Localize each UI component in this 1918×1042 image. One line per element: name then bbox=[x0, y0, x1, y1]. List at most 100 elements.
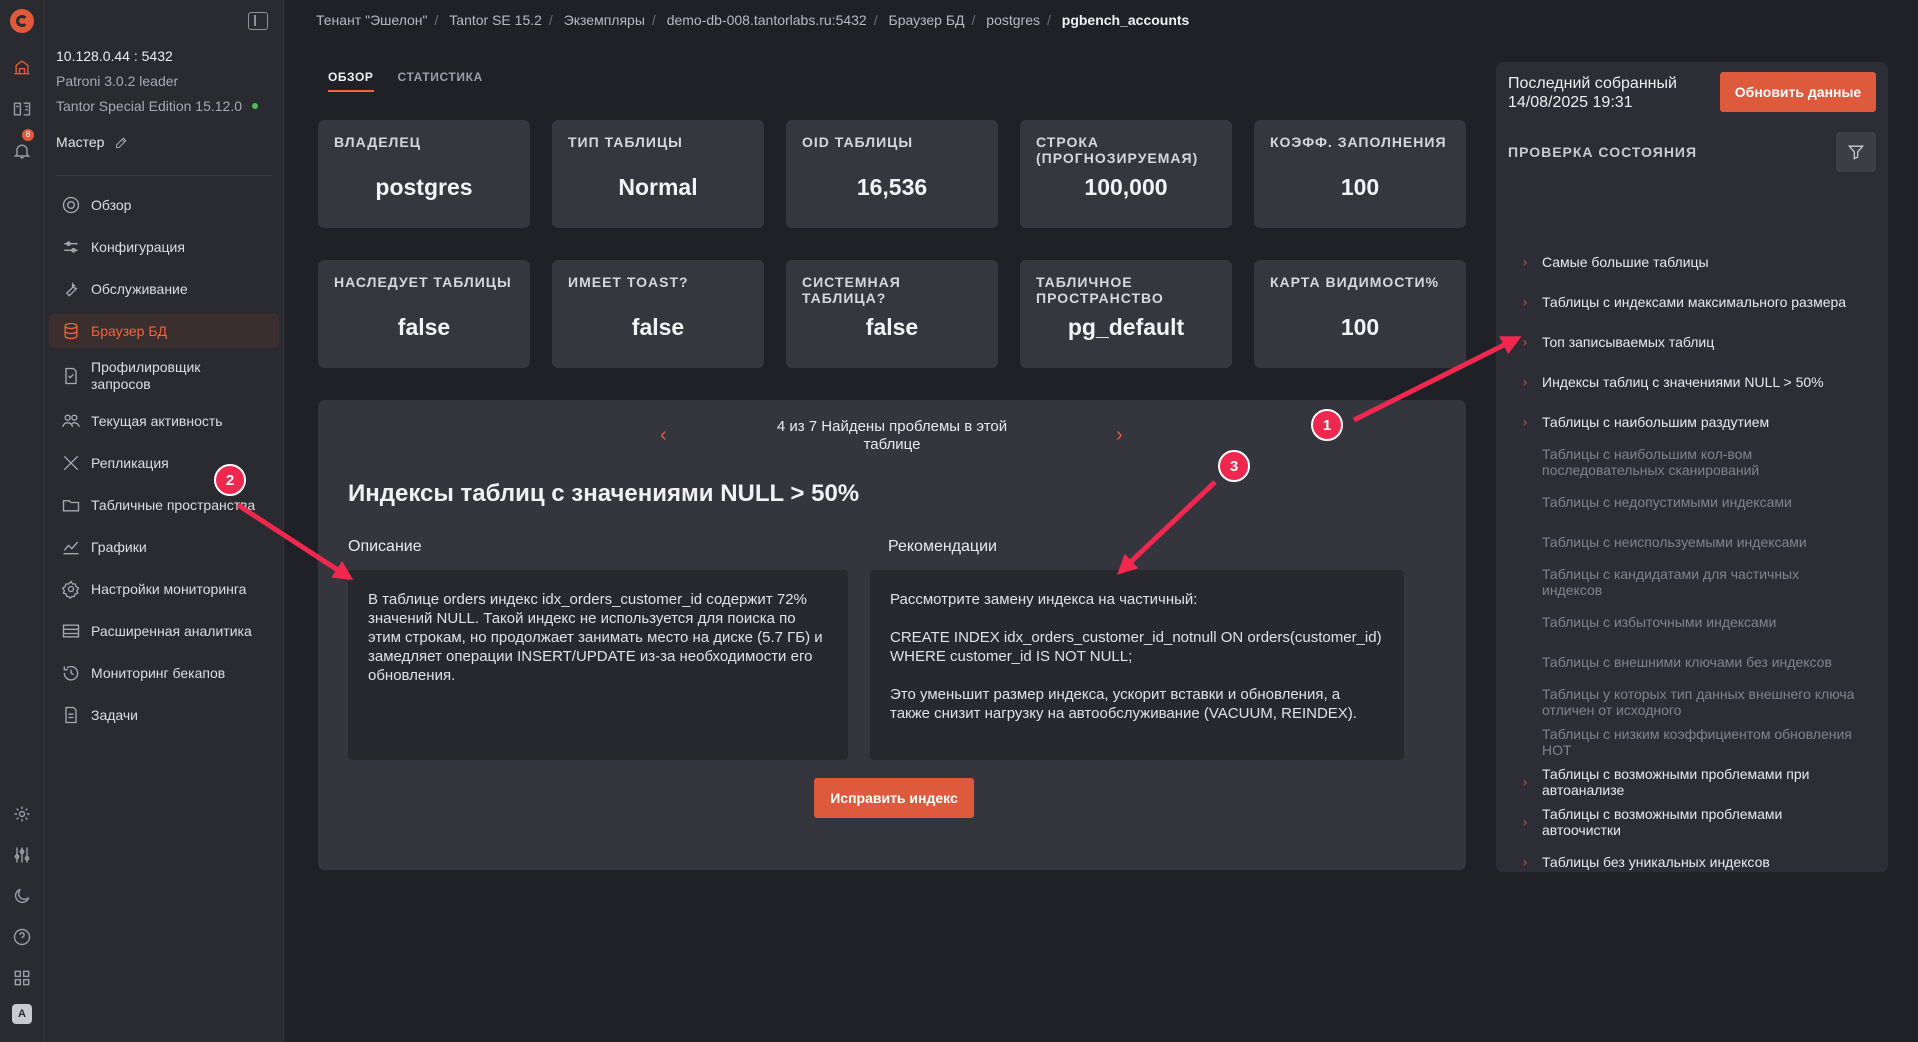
check-item[interactable]: Таблицы у которых тип данных внешнего кл… bbox=[1508, 686, 1878, 718]
check-item[interactable]: › Таблицы с индексами максимального разме… bbox=[1508, 294, 1878, 310]
check-item[interactable]: › Таблицы без уникальных индексов bbox=[1508, 854, 1878, 870]
check-item[interactable]: › Таблицы с возможными проблемами автоочи… bbox=[1508, 806, 1878, 838]
sidebar-item-configuration[interactable]: Конфигурация bbox=[49, 230, 279, 264]
document-icon bbox=[65, 706, 77, 724]
card-table-type: ТИП ТАБЛИЦЫ Normal bbox=[552, 120, 764, 228]
check-item[interactable]: › Таблицы с возможными проблемами при авт… bbox=[1508, 766, 1878, 798]
users-icon bbox=[62, 414, 80, 428]
check-item[interactable]: Таблицы с неиспользуемыми индексами bbox=[1508, 534, 1878, 550]
check-item[interactable]: › Самые большие таблицы bbox=[1508, 254, 1878, 270]
sidebar-item-maintenance[interactable]: Обслуживание bbox=[49, 272, 279, 306]
replication-icon bbox=[63, 455, 79, 471]
check-item[interactable]: › Индексы таблиц с значениями NULL > 50% bbox=[1508, 374, 1878, 390]
sidebar-item-current-activity[interactable]: Текущая активность bbox=[49, 404, 279, 438]
sidebar-divider bbox=[56, 175, 272, 176]
home-icon[interactable] bbox=[10, 55, 34, 79]
check-item-label: Таблицы у которых тип данных внешнего кл… bbox=[1542, 686, 1855, 718]
card-label: КАРТА ВИДИМОСТИ% bbox=[1270, 274, 1440, 290]
sidebar-item-charts[interactable]: Графики bbox=[49, 530, 279, 564]
breadcrumb-tenant[interactable]: Тенант "Эшелон" bbox=[316, 12, 428, 28]
collapse-sidebar-icon[interactable] bbox=[248, 12, 268, 30]
card-visibility-map: КАРТА ВИДИМОСТИ% 100 bbox=[1254, 260, 1466, 368]
check-item[interactable]: › Таблицы с наибольшим раздутием bbox=[1508, 414, 1878, 430]
sidebar-item-advanced-analytics[interactable]: Расширенная аналитика bbox=[49, 614, 279, 648]
issue-title: Индексы таблиц с значениями NULL > 50% bbox=[348, 480, 860, 507]
prev-issue-chevron-icon[interactable]: ‹ bbox=[660, 424, 667, 447]
card-label: СТРОКА (ПРОГНОЗИРУЕМАЯ) bbox=[1036, 134, 1199, 166]
check-item-label: Таблицы с внешними ключами без индексов bbox=[1542, 654, 1832, 670]
breadcrumb-db-browser[interactable]: Браузер БД bbox=[889, 12, 965, 28]
gear-icon bbox=[61, 580, 80, 599]
check-item-label: Таблицы с избыточными индексами bbox=[1542, 614, 1777, 630]
server-role-label: Мастер bbox=[56, 134, 105, 150]
sidebar-item-label: Обслуживание bbox=[91, 280, 188, 297]
notification-badge: 8 bbox=[22, 129, 34, 141]
sidebar-item-backup-monitoring[interactable]: Мониторинг бекапов bbox=[49, 656, 279, 690]
sidebar-item-label: Графики bbox=[91, 538, 147, 555]
card-value: postgres bbox=[375, 174, 473, 200]
breadcrumb-table: pgbench_accounts bbox=[1061, 12, 1190, 28]
sidebar-item-tablespaces[interactable]: Табличные пространства bbox=[49, 488, 279, 522]
filter-button[interactable] bbox=[1836, 132, 1876, 172]
apps-grid-icon[interactable] bbox=[10, 966, 34, 990]
check-item-label: Таблицы с неиспользуемыми индексами bbox=[1542, 534, 1807, 550]
check-item-label: Самые большие таблицы bbox=[1542, 254, 1709, 270]
breadcrumb-product[interactable]: Tantor SE 15.2 bbox=[449, 12, 542, 28]
check-item-label: Таблицы с кандидатами для частичных инде… bbox=[1542, 566, 1800, 598]
card-row-estimate: СТРОКА (ПРОГНОЗИРУЕМАЯ) 100,000 bbox=[1020, 120, 1232, 228]
tab-overview[interactable]: ОБЗОР bbox=[328, 70, 374, 92]
help-icon[interactable] bbox=[10, 925, 34, 949]
tab-statistics[interactable]: СТАТИСТИКА bbox=[398, 70, 483, 92]
last-collected-text: Последний собранный 14/08/2025 19:31 bbox=[1508, 75, 1677, 111]
adjust-icon[interactable] bbox=[10, 843, 34, 867]
sidebar-item-label: Репликация bbox=[91, 454, 169, 471]
check-item[interactable]: Таблицы с недопустимыми индексами bbox=[1508, 494, 1878, 510]
sidebar-item-query-profiler[interactable]: Профилировщик запросов bbox=[49, 356, 279, 396]
check-item[interactable]: Таблицы с наибольшим кол-вом последовате… bbox=[1508, 446, 1878, 478]
sidebar-item-overview[interactable]: Обзор bbox=[49, 188, 279, 222]
sidebar-item-replication[interactable]: Репликация bbox=[49, 446, 279, 480]
breadcrumb-instance[interactable]: demo-db-008.tantorlabs.ru:5432 bbox=[667, 12, 867, 28]
card-system-table: СИСТЕМНАЯ ТАБЛИЦА? false bbox=[786, 260, 998, 368]
dark-mode-icon[interactable] bbox=[10, 884, 34, 908]
app-logo-icon[interactable] bbox=[10, 9, 34, 33]
fix-index-button[interactable]: Исправить индекс bbox=[814, 778, 974, 818]
card-table-oid: OID ТАБЛИЦЫ 16,536 bbox=[786, 120, 998, 228]
sidebar-item-label: Настройки мониторинга bbox=[91, 580, 247, 597]
card-value: false bbox=[631, 314, 685, 340]
issue-panel: ‹ 4 из 7 Найдены проблемы в этой таблице… bbox=[318, 400, 1466, 870]
check-item[interactable]: Таблицы с кандидатами для частичных инде… bbox=[1508, 566, 1878, 598]
settings-icon[interactable] bbox=[10, 802, 34, 826]
sidebar-item-tasks[interactable]: Задачи bbox=[49, 698, 279, 732]
bell-icon[interactable] bbox=[10, 139, 34, 163]
check-item[interactable]: Таблицы с избыточными индексами bbox=[1508, 614, 1878, 630]
card-label: OID ТАБЛИЦЫ bbox=[802, 134, 914, 150]
card-value: 100 bbox=[1340, 314, 1380, 340]
sidebar-item-monitoring-settings[interactable]: Настройки мониторинга bbox=[49, 572, 279, 606]
recommendations-header: Рекомендации bbox=[888, 538, 997, 555]
database-icon bbox=[64, 322, 78, 340]
check-item[interactable]: Таблицы с низким коэффициентом обновлени… bbox=[1508, 726, 1878, 758]
sidebar-item-label: Профилировщик запросов bbox=[91, 359, 201, 392]
icon-rail: 8 A bbox=[0, 0, 44, 1042]
check-item[interactable]: › Топ записываемых таблиц bbox=[1508, 334, 1878, 350]
edit-pencil-icon[interactable] bbox=[114, 135, 129, 150]
check-item-label: Таблицы с возможными проблемами автоочис… bbox=[1542, 806, 1783, 838]
next-issue-chevron-icon[interactable]: › bbox=[1116, 424, 1123, 447]
sidebar-item-label: Табличные пространства bbox=[91, 496, 256, 513]
chevron-right-icon: › bbox=[1523, 415, 1527, 429]
avatar[interactable]: A bbox=[12, 1004, 32, 1024]
docs-icon[interactable] bbox=[10, 97, 34, 121]
card-has-toast: ИМЕЕТ TOAST? false bbox=[552, 260, 764, 368]
card-label: ИМЕЕТ TOAST? bbox=[568, 274, 689, 290]
check-item-label: Таблицы с индексами максимального размер… bbox=[1542, 294, 1847, 310]
breadcrumb-database[interactable]: postgres bbox=[986, 12, 1040, 28]
breadcrumb-instances[interactable]: Экземпляры bbox=[564, 12, 645, 28]
check-item[interactable]: Таблицы с внешними ключами без индексов bbox=[1508, 654, 1878, 670]
refresh-data-button[interactable]: Обновить данные bbox=[1720, 72, 1876, 112]
check-item-label: Таблицы без уникальных индексов bbox=[1542, 854, 1770, 870]
chart-icon bbox=[63, 541, 79, 555]
sidebar-item-db-browser[interactable]: Браузер БД bbox=[49, 314, 279, 348]
issue-pager-text: 4 из 7 Найдены проблемы в этой таблице bbox=[776, 418, 1008, 453]
card-value: 100 bbox=[1340, 174, 1380, 200]
